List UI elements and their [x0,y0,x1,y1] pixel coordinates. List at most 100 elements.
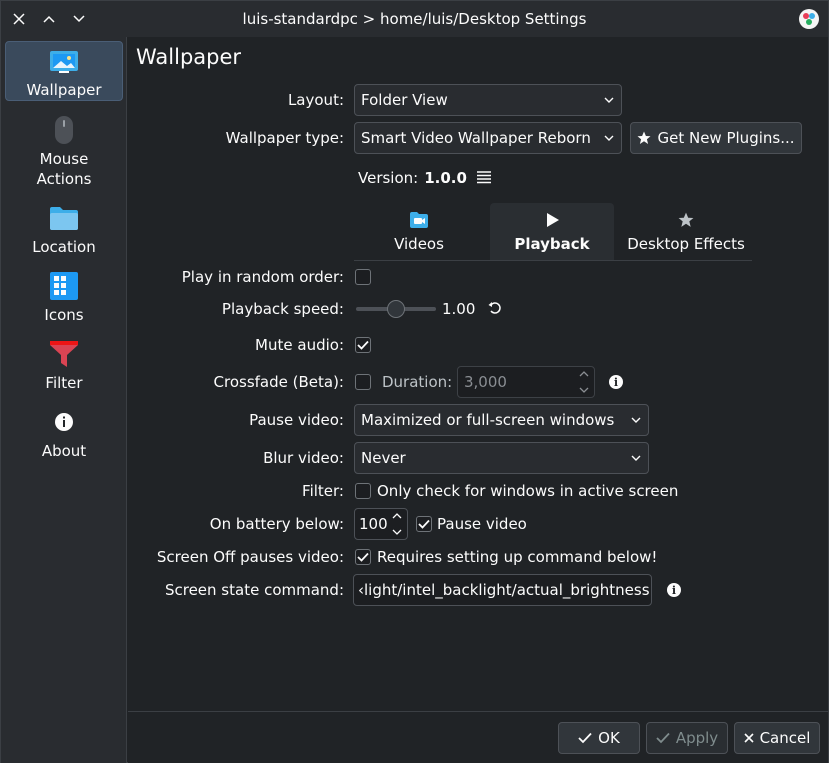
folder-icon [48,203,80,233]
mouse-icon [48,115,80,145]
chevron-down-icon [604,135,614,141]
sidebar-item-filter[interactable]: Filter [5,333,123,393]
blur-video-combo[interactable]: Never [354,442,649,474]
chevron-up-icon [392,513,402,519]
info-icon [48,407,80,437]
random-order-checkbox[interactable] [355,269,371,285]
playback-speed-label: Playback speed: [221,300,344,318]
wallpaper-type-combo[interactable]: Smart Video Wallpaper Reborn [354,122,622,154]
screen-cmd-value: ‹light/intel_backlight/actual_brightness [358,581,650,599]
wallpaper-type-label: Wallpaper type: [225,129,344,147]
pause-video-value: Maximized or full-screen windows [361,411,615,429]
tab-playback[interactable]: Playback [490,203,614,260]
filter-option-label[interactable]: Only check for windows in active screen [377,482,678,500]
wallpaper-icon [48,46,80,78]
screen-cmd-input[interactable]: ‹light/intel_backlight/actual_brightness [353,574,652,606]
crossfade-checkbox[interactable] [355,374,371,390]
duration-spinbox[interactable]: 3,000 [457,366,595,398]
playback-speed-value: 1.00 [442,300,476,318]
close-icon [744,733,754,743]
menu-icon[interactable] [476,170,494,186]
checkmark-icon [357,552,369,562]
layout-combo[interactable]: Folder View [354,84,622,116]
sidebar-item-about[interactable]: About [5,401,123,461]
chevron-down-icon [392,529,402,535]
dialog-footer: OK Apply Cancel [128,711,828,763]
battery-spinbox[interactable]: 100 [354,508,408,540]
mute-audio-checkbox[interactable] [355,337,371,353]
crossfade-label: Crossfade (Beta): [213,373,344,391]
sidebar-item-label: Mouse Actions [36,150,92,188]
blur-video-value: Never [361,449,406,467]
chevron-down-icon [604,97,614,103]
version-value: 1.0.0 [424,169,467,187]
sidebar-item-location[interactable]: Location [5,197,123,257]
tab-desktop-effects[interactable]: Desktop Effects [620,203,752,260]
sidebar-item-icons[interactable]: Icons [5,265,123,325]
apply-label: Apply [675,729,719,747]
cancel-button[interactable]: Cancel [734,722,820,754]
grid-icon [48,271,80,301]
checkmark-icon [357,340,369,350]
ok-button[interactable]: OK [558,722,640,754]
video-folder-icon [409,209,429,231]
sidebar-item-label: Location [32,238,96,256]
chevron-down-icon [631,455,641,461]
layout-value: Folder View [361,91,448,109]
settings-window: luis-standardpc > home/luis/Desktop Sett… [0,0,829,763]
filter-checkbox[interactable] [355,483,371,499]
chevron-up-icon [579,371,589,377]
pause-video-label: Pause video: [249,411,344,429]
cancel-label: Cancel [759,729,811,747]
chevron-down-icon [579,387,589,393]
sidebar-item-label: About [41,442,87,460]
window-title: luis-standardpc > home/luis/Desktop Sett… [242,10,587,28]
filter-label: Filter: [302,482,344,500]
mute-audio-label: Mute audio: [255,336,344,354]
title-bar: luis-standardpc > home/luis/Desktop Sett… [1,1,828,37]
sidebar-item-wallpaper[interactable]: Wallpaper [5,41,123,101]
version-label: Version: [358,169,419,187]
get-new-plugins-label: Get New Plugins... [657,129,795,147]
battery-label: On battery below: [209,515,344,533]
pause-video-combo[interactable]: Maximized or full-screen windows [354,404,649,436]
spin-arrows[interactable] [578,371,590,393]
apply-button[interactable]: Apply [646,722,728,754]
checkmark-icon [418,519,430,529]
star-icon [637,131,651,144]
sidebar: Wallpaper Mouse Actions Location Icons F… [1,37,127,763]
ok-label: OK [598,729,620,747]
duration-value: 3,000 [464,373,507,391]
page-title: Wallpaper [136,45,242,69]
app-icon [798,8,820,30]
play-icon [544,209,560,231]
checkmark-icon [656,732,670,744]
reset-icon[interactable] [488,301,504,317]
get-new-plugins-button[interactable]: Get New Plugins... [630,122,802,154]
sidebar-item-label: Wallpaper [26,81,102,99]
star-icon [678,209,694,231]
version-row: Version: 1.0.0 [358,169,467,187]
layout-label: Layout: [287,91,344,109]
sidebar-item-label: Icons [44,306,84,324]
spin-arrows[interactable] [391,513,403,535]
tab-label: Videos [394,235,444,253]
screen-off-option-label[interactable]: Requires setting up command below! [377,548,657,566]
battery-pause-label[interactable]: Pause video [437,515,527,533]
tab-bar: Videos Playback Desktop Effects [354,203,752,261]
slider-handle[interactable] [387,300,405,318]
chevron-down-icon [631,417,641,423]
checkmark-icon [578,732,592,744]
sidebar-item-mouse-actions[interactable]: Mouse Actions [5,109,123,189]
info-icon[interactable]: i [667,583,681,597]
info-icon[interactable]: i [609,375,623,389]
funnel-icon [48,339,80,369]
tab-label: Desktop Effects [627,235,745,253]
battery-value: 100 [359,515,388,533]
screen-off-checkbox[interactable] [355,549,371,565]
tab-videos[interactable]: Videos [354,203,484,260]
screen-cmd-label: Screen state command: [164,581,344,599]
tab-label: Playback [514,235,590,253]
battery-pause-checkbox[interactable] [416,516,432,532]
screen-off-label: Screen Off pauses video: [156,548,344,566]
